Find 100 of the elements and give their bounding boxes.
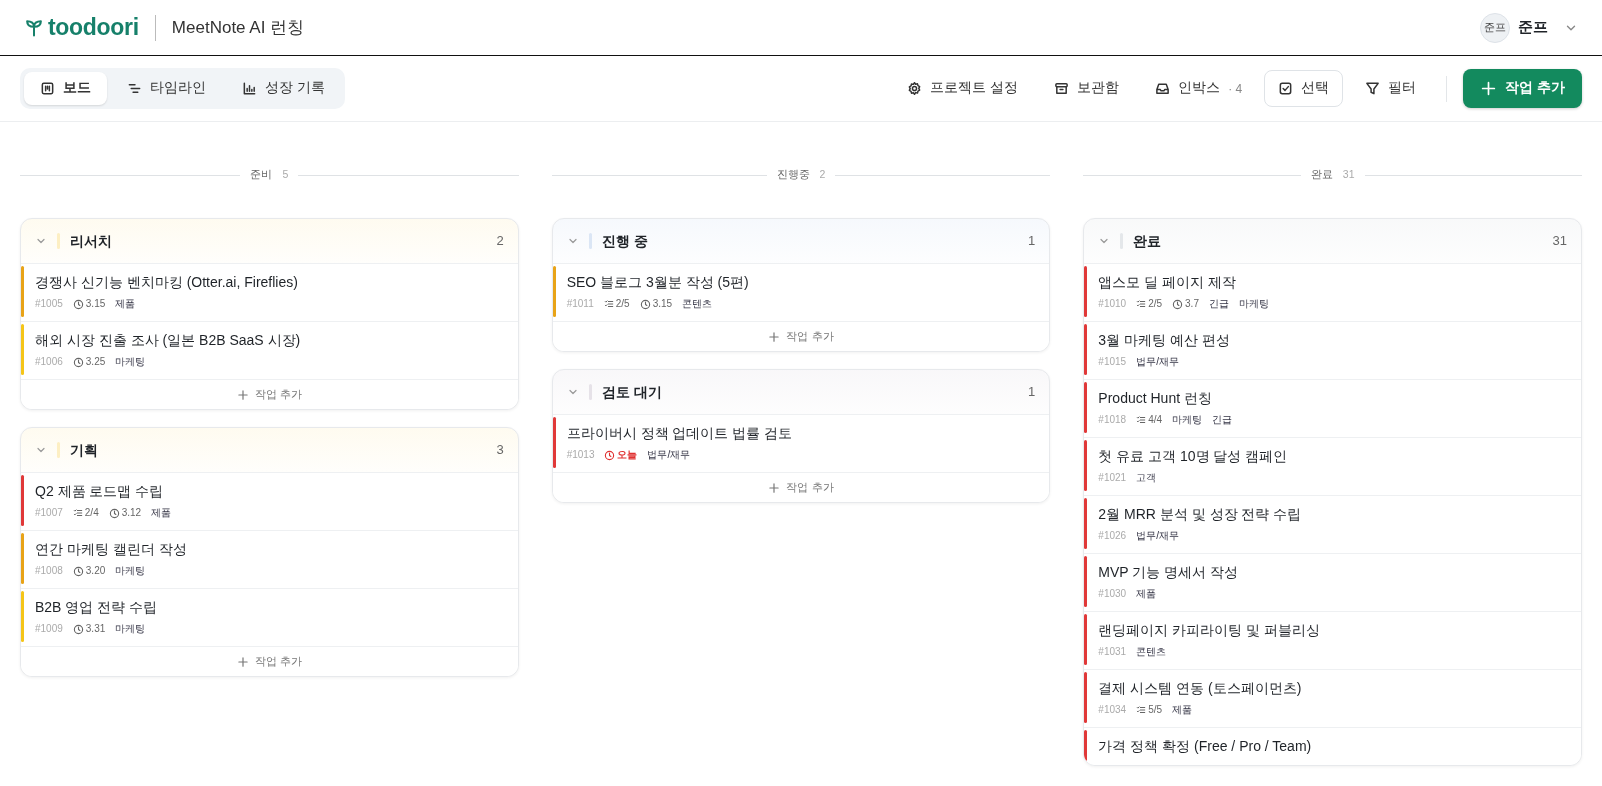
task-tag: 긴급 [1212,411,1233,429]
task-tag: 고객 [1136,469,1157,487]
clock-icon [108,507,120,519]
user-name[interactable]: 준프 [1518,16,1548,39]
board-icon [40,81,55,96]
task-card[interactable]: 3월 마케팅 예산 편성 #1015 법무/재무 [1084,321,1581,379]
due-date: 3.25 [85,355,106,369]
task-title: 프라이버시 정책 업데이트 법률 검토 [566,424,794,443]
task-id: #1013 [566,448,595,462]
group-count: 1 [1028,232,1036,251]
checkbox-icon [1278,81,1294,96]
task-tag: 제품 [1172,701,1193,719]
due-date: 3.7 [1185,297,1199,311]
clock-icon [72,356,84,368]
group-count: 31 [1552,232,1567,251]
task-tag: 법무/재무 [1136,353,1179,371]
task-card[interactable]: 경쟁사 신기능 벤치마킹 (Otter.ai, Fireflies) #1005 3.15 제품 [21,263,518,321]
task-tag: 마케팅 [115,562,146,580]
task-card[interactable]: 랜딩페이지 카피라이팅 및 퍼블리싱 #1031 콘텐츠 [1084,611,1581,669]
column-count: 2 [819,167,826,183]
due-date: 오늘 [617,448,638,462]
task-card[interactable]: Product Hunt 런칭 #1018 4/4 마케팅 긴급 [1084,379,1581,437]
task-title: 3월 마케팅 예산 편성 [1098,331,1231,350]
task-id: #1015 [1098,355,1127,369]
task-id: #1007 [35,506,63,520]
task-tag: 마케팅 [1172,411,1203,429]
task-id: #1018 [1098,413,1127,427]
task-id: #1005 [35,297,63,311]
group-count: 3 [496,441,504,460]
task-title: SEO 블로그 3월분 작성 (5편) [566,273,750,292]
task-title: 첫 유료 고객 10명 달성 캠페인 [1098,447,1289,466]
plus-icon [768,330,781,343]
due-date: 3.31 [85,622,106,636]
task-title: 랜딩페이지 카피라이팅 및 퍼블리싱 [1098,621,1321,640]
subtask-count: 2/5 [615,297,630,311]
task-title: MVP 기능 명세서 작성 [1098,563,1240,582]
filter-button[interactable]: 필터 [1351,70,1431,107]
task-card[interactable]: MVP 기능 명세서 작성 #1030 제품 [1084,553,1581,611]
task-title: 해외 시장 진출 조사 (일본 B2B SaaS 시장) [35,331,302,350]
task-tag: 마케팅 [115,353,146,371]
clock-icon [604,449,616,461]
view-tab[interactable]: 성장 기록 [226,72,341,105]
sprout-icon [24,17,44,38]
add-task-link[interactable]: 작업 추가 [552,472,1050,502]
subtask-count: 2/5 [1148,297,1163,311]
subtask-count: 4/4 [1148,413,1163,427]
task-title: 연간 마케팅 캘린더 작성 [35,540,188,559]
view-tab[interactable]: 보드 [24,72,107,105]
task-card[interactable]: SEO 블로그 3월분 작성 (5편) #1011 2/5 3.15 콘텐츠 [552,263,1050,321]
task-card[interactable]: 해외 시장 진출 조사 (일본 B2B SaaS 시장) #1006 3.25 마케팅 [21,321,518,379]
clock-icon [72,298,84,310]
select-button[interactable]: 선택 [1264,70,1344,107]
checklist-icon [1136,299,1147,309]
group-title: 진행 중 [601,231,648,251]
task-title: 결제 시스템 연동 (토스페이먼츠) [1098,679,1303,698]
add-task-link[interactable]: 작업 추가 [21,646,518,676]
add-task-link[interactable]: 작업 추가 [21,379,518,409]
project-title: MeetNote AI 런칭 [171,16,305,39]
task-tag: 긴급 [1208,295,1229,313]
checklist-icon [72,508,83,518]
task-id: #1030 [1098,587,1127,601]
group-title: 검토 대기 [601,382,662,402]
task-card[interactable]: 첫 유료 고객 10명 달성 캠페인 #1021 고객 [1084,437,1581,495]
task-id: #1031 [1098,645,1127,659]
inbox-icon [1155,81,1171,96]
column-title: 준비 [250,167,273,183]
task-card[interactable]: Q2 제품 로드맵 수립 #1007 2/4 3.12 제품 [21,472,518,530]
add-task-button[interactable]: 작업 추가 [1463,69,1582,108]
task-card[interactable]: B2B 영업 전략 수립 #1009 3.31 마케팅 [21,588,518,646]
archive-button[interactable]: 보관함 [1040,70,1134,107]
task-id: #1006 [35,355,63,369]
clock-icon [639,298,651,310]
task-card[interactable]: 가격 정책 확정 (Free / Pro / Team) [1084,727,1581,765]
column-count: 31 [1342,167,1355,183]
task-tag: 제품 [1136,585,1157,603]
task-title: 2월 MRR 분석 및 성장 전략 수립 [1098,505,1303,524]
task-tag: 마케팅 [115,620,146,638]
clock-icon [1172,298,1184,310]
task-id: #1011 [566,297,594,311]
task-card[interactable]: 연간 마케팅 캘린더 작성 #1008 3.20 마케팅 [21,530,518,588]
view-tab[interactable]: 타임라인 [111,72,222,105]
task-card[interactable]: 결제 시스템 연동 (토스페이먼츠) #1034 5/5 제품 [1084,669,1581,727]
add-task-link[interactable]: 작업 추가 [552,321,1050,351]
task-card[interactable]: 앱스모 딜 페이지 제작 #1010 2/5 3.7 긴급 마케팅 [1084,263,1581,321]
task-tag: 법무/재무 [647,446,691,464]
checklist-icon [1136,705,1147,715]
task-id: #1009 [35,622,63,636]
plus-icon [768,481,781,494]
task-card[interactable]: 2월 MRR 분석 및 성장 전략 수립 #1026 법무/재무 [1084,495,1581,553]
task-id: #1008 [35,564,63,578]
group-title: 완료 [1133,231,1162,251]
task-id: #1034 [1098,703,1127,717]
column-title: 완료 [1310,167,1333,183]
task-title: Q2 제품 로드맵 수립 [35,482,165,501]
task-card[interactable]: 프라이버시 정책 업데이트 법률 검토 #1013 오늘 법무/재무 [552,414,1050,472]
inbox-button[interactable]: 인박스 · 4 [1141,70,1257,107]
clock-icon [72,623,84,635]
settings-button[interactable]: 프로젝트 설정 [893,70,1033,107]
task-tag: 제품 [151,504,172,522]
task-title: 경쟁사 신기능 벤치마킹 (Otter.ai, Fireflies) [35,273,299,292]
